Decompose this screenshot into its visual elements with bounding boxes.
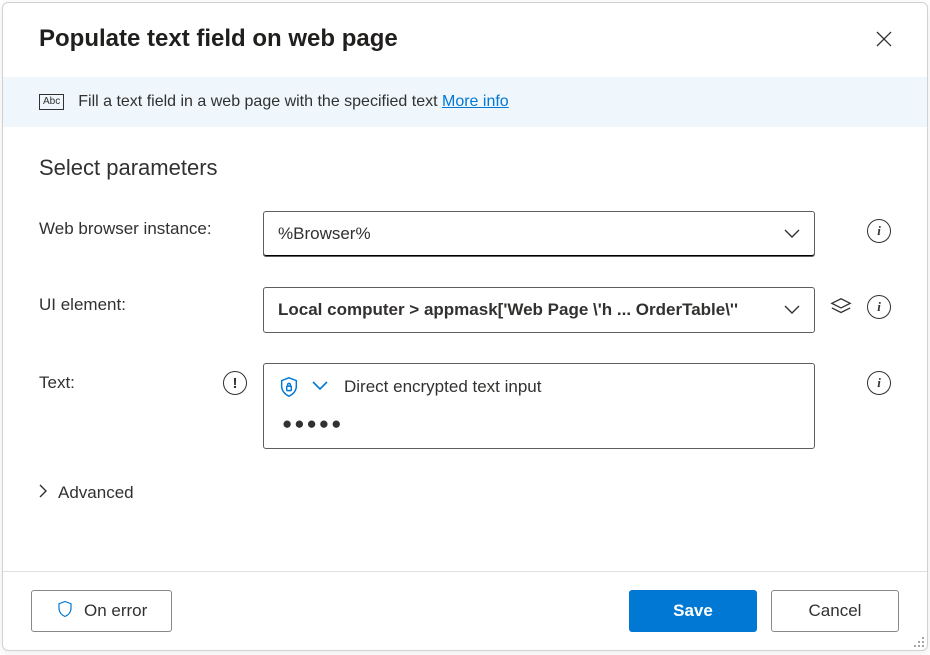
encrypted-text-value[interactable]: ●●●●● — [278, 414, 800, 434]
browser-dropdown[interactable]: %Browser% — [263, 211, 815, 257]
text-label: Text: ! — [39, 363, 247, 395]
more-info-link[interactable]: More info — [442, 93, 509, 110]
chevron-down-icon — [784, 300, 800, 320]
advanced-label: Advanced — [58, 483, 134, 503]
section-title: Select parameters — [39, 155, 891, 181]
dialog-header: Populate text field on web page — [3, 3, 927, 77]
dialog-title: Populate text field on web page — [39, 25, 398, 53]
form-row-ui-element: UI element: Local computer > appmask['We… — [39, 287, 891, 333]
dialog-content: Select parameters Web browser instance: … — [3, 127, 927, 571]
ui-element-label: UI element: — [39, 287, 247, 315]
cancel-button[interactable]: Cancel — [771, 590, 899, 632]
ui-element-dropdown-value: Local computer > appmask['Web Page \'h .… — [278, 300, 738, 320]
text-input-box[interactable]: Direct encrypted text input ●●●●● — [263, 363, 815, 449]
info-banner: Abc Fill a text field in a web page with… — [3, 77, 927, 127]
advanced-toggle[interactable]: Advanced — [39, 479, 891, 507]
browser-label: Web browser instance: — [39, 211, 247, 239]
form-row-browser: Web browser instance: %Browser% i — [39, 211, 891, 257]
dialog-populate-text-field: Populate text field on web page Abc Fill… — [2, 2, 928, 651]
on-error-label: On error — [84, 601, 147, 621]
chevron-down-icon — [312, 378, 328, 396]
close-button[interactable] — [873, 28, 895, 50]
browser-info-icon[interactable]: i — [867, 219, 891, 243]
resize-handle-icon[interactable] — [911, 634, 925, 648]
form-row-text: Text: ! — [39, 363, 891, 449]
ui-element-info-icon[interactable]: i — [867, 295, 891, 319]
browser-dropdown-value: %Browser% — [278, 224, 371, 244]
chevron-down-icon — [784, 224, 800, 244]
text-mode-label: Direct encrypted text input — [344, 377, 541, 397]
layers-icon[interactable] — [829, 295, 853, 319]
dialog-footer: On error Save Cancel — [3, 571, 927, 650]
banner-text: Fill a text field in a web page with the… — [78, 93, 508, 111]
chevron-right-icon — [39, 483, 48, 503]
lock-shield-icon — [278, 376, 300, 398]
save-button[interactable]: Save — [629, 590, 757, 632]
abc-icon: Abc — [39, 94, 64, 110]
close-icon — [876, 31, 892, 47]
on-error-button[interactable]: On error — [31, 590, 172, 632]
text-mode-selector[interactable]: Direct encrypted text input — [278, 376, 800, 398]
shield-icon — [56, 599, 74, 624]
text-info-icon[interactable]: i — [867, 371, 891, 395]
ui-element-dropdown[interactable]: Local computer > appmask['Web Page \'h .… — [263, 287, 815, 333]
warning-icon[interactable]: ! — [223, 371, 247, 395]
